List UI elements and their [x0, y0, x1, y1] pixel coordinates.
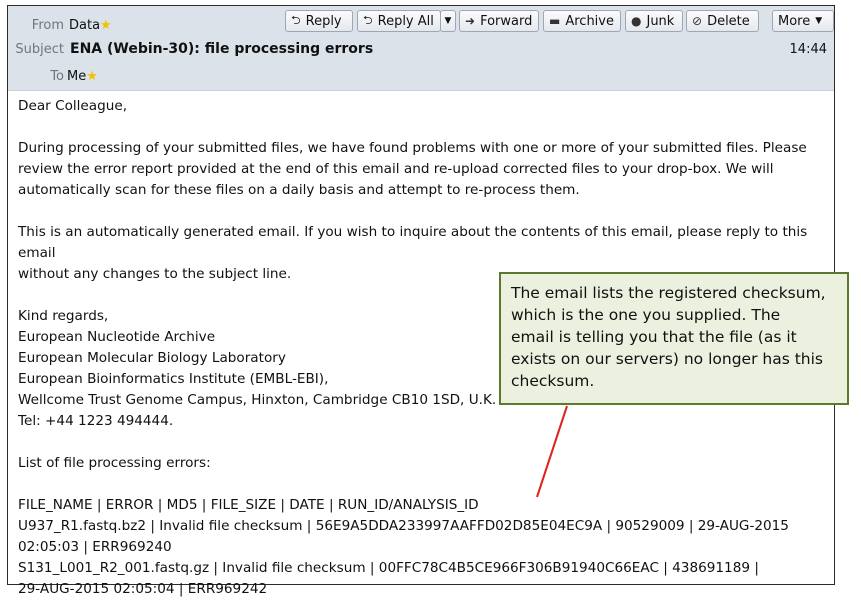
from-name[interactable]: Data — [69, 18, 100, 33]
reply-button[interactable]: ⮌ Reply — [285, 10, 353, 32]
delete-label: Delete — [707, 13, 750, 29]
errors-heading: List of file processing errors: — [18, 455, 211, 471]
forward-label: Forward — [480, 13, 533, 29]
message-time: 14:44 — [789, 42, 827, 57]
signature-line: Tel: +44 1223 494444. — [18, 413, 174, 429]
reply-all-arrow-icon: ⮌ — [363, 12, 373, 27]
chevron-down-icon: ▼ — [444, 16, 452, 26]
para2-line: This is an automatically generated email… — [18, 224, 808, 261]
reply-all-button[interactable]: ⮌ Reply All — [357, 10, 441, 32]
para1-line: During processing of your submitted file… — [18, 140, 807, 156]
to-value[interactable]: Me★ — [67, 69, 98, 84]
to-label: To — [50, 69, 64, 84]
para1-line: automatically scan for these files on a … — [18, 182, 580, 198]
reply-all-dropdown[interactable]: ▼ — [440, 10, 456, 32]
subject-label: Subject — [15, 42, 64, 57]
star-icon[interactable]: ★ — [86, 69, 98, 84]
callout-line: email is telling you that the file (as i… — [511, 328, 797, 346]
star-icon[interactable]: ★ — [100, 18, 112, 33]
errors-line: 29-AUG-2015 02:05:04 | ERR969242 — [18, 581, 268, 597]
annotation-callout: The email lists the registered checksum,… — [499, 272, 849, 405]
reply-label: Reply — [305, 13, 342, 29]
callout-line: exists on our servers) no longer has thi… — [511, 350, 823, 368]
forward-button[interactable]: ➜ Forward — [459, 10, 539, 32]
callout-line: checksum. — [511, 372, 595, 390]
flame-icon: ● — [631, 14, 642, 28]
delete-button[interactable]: ⊘ Delete — [686, 10, 759, 32]
reply-all-label: Reply All — [377, 13, 434, 29]
errors-line: S131_L001_R2_001.fastq.gz | Invalid file… — [18, 560, 759, 576]
para1-line: review the error report provided at the … — [18, 161, 774, 177]
more-button[interactable]: More ▼ — [772, 10, 834, 32]
forward-arrow-icon: ➜ — [465, 14, 476, 28]
reply-arrow-icon: ⮌ — [291, 12, 301, 27]
junk-button[interactable]: ● Junk — [625, 10, 683, 32]
to-name[interactable]: Me — [67, 69, 86, 84]
errors-line: FILE_NAME | ERROR | MD5 | FILE_SIZE | DA… — [18, 497, 479, 513]
from-value[interactable]: Data★ — [69, 18, 112, 33]
archive-button[interactable]: ▬ Archive — [543, 10, 621, 32]
callout-line: which is the one you supplied. The — [511, 306, 781, 324]
more-label: More — [778, 13, 811, 29]
callout-line: The email lists the registered checksum, — [511, 284, 826, 302]
delete-circle-icon: ⊘ — [692, 14, 703, 28]
archive-label: Archive — [565, 13, 614, 29]
errors-line: 02:05:03 | ERR969240 — [18, 539, 172, 555]
archive-box-icon: ▬ — [549, 14, 561, 28]
subject-value: ENA (Webin-30): file processing errors — [70, 41, 374, 57]
chevron-down-icon: ▼ — [815, 16, 823, 26]
from-label: From — [31, 18, 64, 33]
junk-label: Junk — [646, 13, 675, 29]
errors-line: U937_R1.fastq.bz2 | Invalid file checksu… — [18, 518, 789, 534]
message-header: From Data★ Subject ENA (Webin-30): file … — [8, 6, 834, 91]
greeting: Dear Colleague, — [18, 98, 128, 114]
